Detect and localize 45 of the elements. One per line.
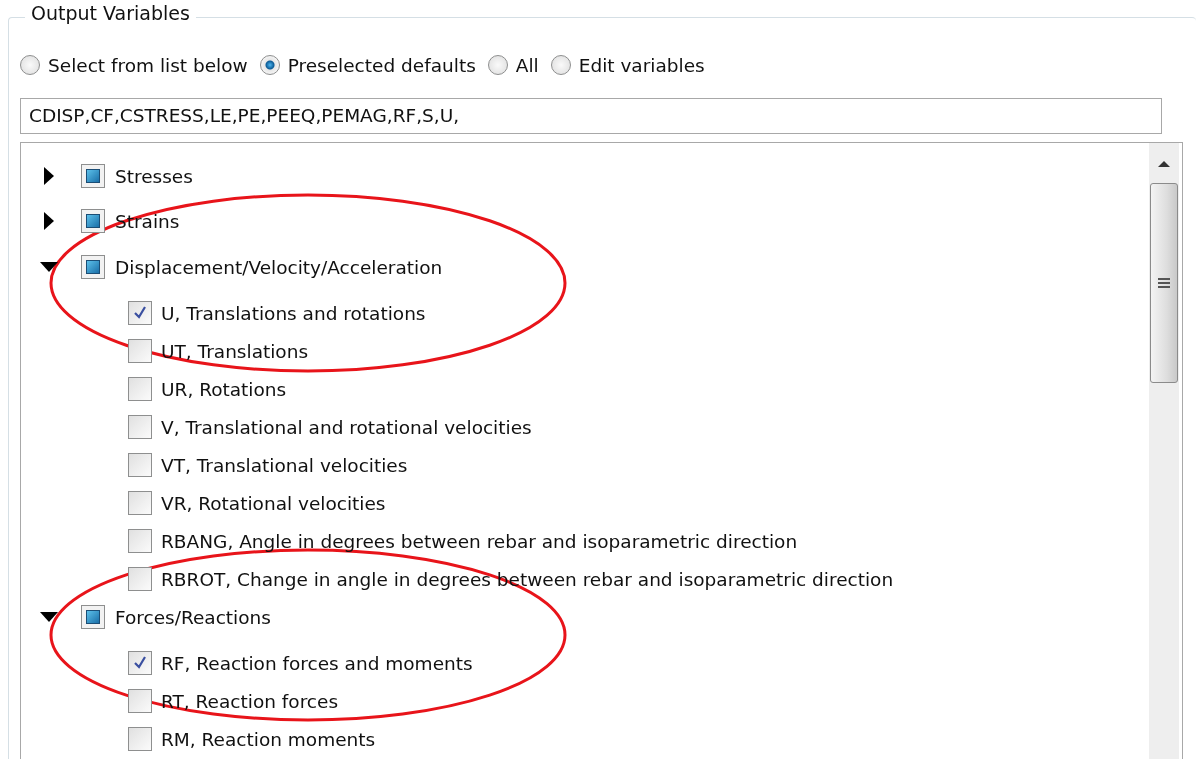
tree-item-label[interactable]: VT, Translational velocities xyxy=(161,454,408,476)
checkbox[interactable] xyxy=(128,415,152,439)
radio-icon[interactable] xyxy=(487,55,508,75)
checkbox[interactable] xyxy=(128,301,152,325)
tree-group-label[interactable]: Forces/Reactions xyxy=(115,606,271,628)
checkbox[interactable] xyxy=(128,567,152,591)
tree-item-label[interactable]: U, Translations and rotations xyxy=(161,302,426,324)
tree-item-label[interactable]: V, Translational and rotational velocities xyxy=(161,416,532,438)
tree-item-label[interactable]: RM, Reaction moments xyxy=(161,728,376,750)
variables-field[interactable]: CDISP,CF,CSTRESS,LE,PE,PEEQ,PEMAG,RF,S,U, xyxy=(20,98,1162,134)
tree-item-label[interactable]: RBANG, Angle in degrees between rebar and isoparametric direction xyxy=(161,530,798,552)
tree-item-label[interactable]: RF, Reaction forces and moments xyxy=(161,652,473,674)
group-title: Output Variables xyxy=(25,2,196,24)
scroll-thumb[interactable] xyxy=(1150,183,1178,383)
radio-option[interactable]: Select from list below xyxy=(20,54,248,76)
checkbox[interactable] xyxy=(128,689,152,713)
checkbox[interactable] xyxy=(128,491,152,515)
check-icon xyxy=(132,305,148,321)
group-checkbox[interactable] xyxy=(81,605,105,629)
checkbox[interactable] xyxy=(128,727,152,751)
tree-item-label[interactable]: RBROT, Change in angle in degrees between rebar and isoparametric direction xyxy=(161,568,894,590)
checkbox[interactable] xyxy=(128,651,152,675)
tree-item-label[interactable]: UT, Translations xyxy=(161,340,309,362)
grip-icon xyxy=(1158,278,1170,288)
radio-icon[interactable] xyxy=(20,55,40,75)
checkbox[interactable] xyxy=(128,453,152,477)
group-checkbox[interactable] xyxy=(81,209,105,233)
scroll-up-icon[interactable] xyxy=(1157,160,1171,168)
tree-item-label[interactable]: RT, Reaction forces xyxy=(161,690,339,712)
radio-option[interactable]: Edit variables xyxy=(550,54,705,76)
radio-icon[interactable] xyxy=(550,55,571,75)
checkbox[interactable] xyxy=(128,339,152,363)
tree-group-label[interactable]: Displacement/Velocity/Acceleration xyxy=(115,256,443,278)
radio-icon[interactable] xyxy=(259,55,280,75)
tree-group-label[interactable]: Stresses xyxy=(115,165,193,187)
group-checkbox[interactable] xyxy=(81,255,105,279)
checkbox[interactable] xyxy=(128,377,152,401)
group-checkbox[interactable] xyxy=(81,164,105,188)
check-icon xyxy=(132,655,148,671)
radio-option[interactable]: Preselected defaults xyxy=(259,54,476,76)
scrollbar[interactable] xyxy=(1149,143,1179,759)
tree-item-label[interactable]: UR, Rotations xyxy=(161,378,287,400)
checkbox[interactable] xyxy=(128,529,152,553)
tree-item-label[interactable]: VR, Rotational velocities xyxy=(161,492,386,514)
radio-option[interactable]: All xyxy=(487,54,539,76)
